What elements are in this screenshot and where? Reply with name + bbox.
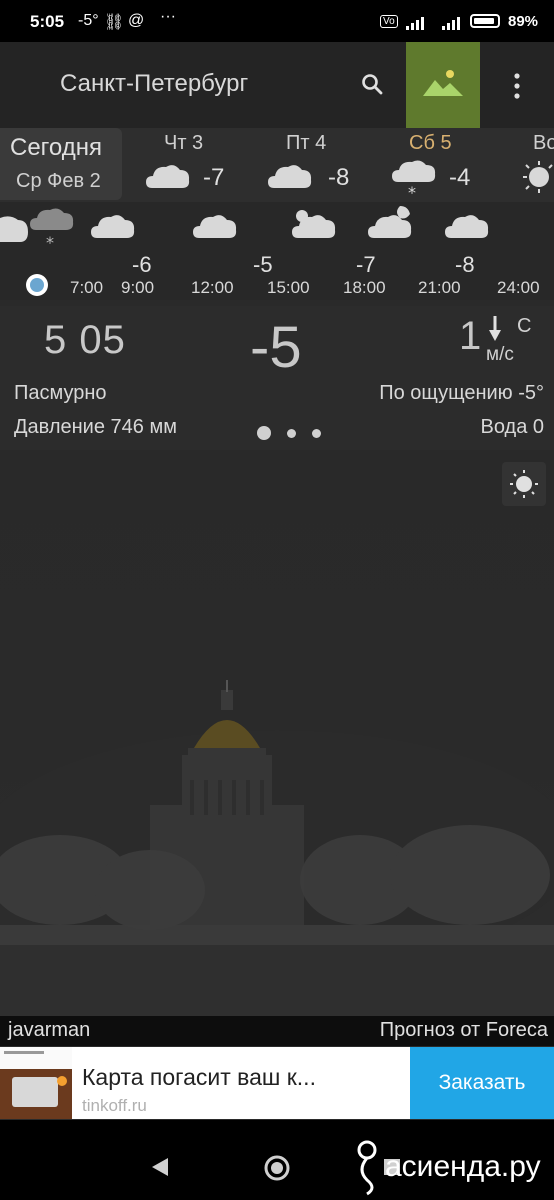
wind-direction: С — [517, 315, 532, 337]
snow-cloud-icon: * — [392, 160, 436, 200]
cloud-icon — [91, 215, 135, 238]
hourly-time: 12:00 — [191, 278, 234, 297]
signal-icon — [442, 15, 460, 30]
current-time: 5 05 — [44, 318, 126, 362]
cloud-icon — [193, 215, 237, 238]
day-label[interactable]: Во — [533, 132, 554, 155]
ad-url: tinkoff.ru — [82, 1096, 147, 1115]
day-temp: -8 — [328, 164, 350, 191]
cloud-icon — [268, 165, 312, 188]
hourly-time: 7:00 — [70, 278, 104, 297]
sun-icon — [523, 161, 553, 193]
wind-direction-arrow-icon — [489, 316, 501, 341]
wind-unit: м/с — [486, 344, 514, 365]
pressure: Давление 746 мм — [14, 416, 177, 438]
day-temp: -4 — [449, 164, 471, 191]
day-label[interactable]: Пт 4 — [286, 132, 326, 155]
cloud-icon — [445, 215, 489, 238]
brightness-button[interactable] — [502, 462, 546, 506]
hourly-time: 18:00 — [343, 278, 386, 297]
hourly-time: 24:00 — [497, 278, 540, 297]
back-icon[interactable] — [150, 1156, 170, 1178]
link-icon: ⛓ — [104, 14, 125, 31]
background-photo — [0, 450, 554, 1016]
condition-text: Пасмурно — [14, 382, 107, 404]
hourly-temp: -5 — [253, 252, 273, 277]
wind-speed: 1 — [459, 314, 482, 358]
forecast-source[interactable]: Прогноз от Foreca — [380, 1019, 548, 1042]
signal-4g-icon — [406, 15, 424, 30]
hourly-temp: -6 — [132, 252, 152, 277]
day-label[interactable]: Сб 5 — [409, 132, 452, 155]
background-photo-button[interactable] — [406, 42, 480, 128]
hourly-time: 21:00 — [418, 278, 461, 297]
cloud-icon — [0, 216, 28, 242]
ad-image — [0, 1047, 72, 1119]
more-notifications-icon: ··· — [160, 8, 176, 25]
page-indicator — [257, 426, 321, 440]
day-date: Ср Фев 2 — [16, 170, 101, 192]
photo-author[interactable]: javarman — [8, 1019, 90, 1042]
watermark-logo-icon — [357, 1140, 377, 1196]
landscape-icon — [423, 70, 463, 96]
at-icon: @ — [128, 12, 145, 29]
cathedral-image — [0, 680, 554, 1016]
day-label: Сегодня — [10, 134, 102, 161]
svg-text:*: * — [46, 233, 54, 250]
water-temp: Вода 0 — [480, 416, 545, 438]
battery-icon — [470, 14, 500, 28]
day-label[interactable]: Чт 3 — [164, 132, 203, 155]
battery-percent: 89% — [508, 13, 539, 30]
volte-icon: Vo — [380, 15, 398, 28]
snow-cloud-icon: * — [30, 208, 74, 250]
cloudy-night-icon — [368, 206, 412, 238]
current-temp: -5 — [250, 315, 302, 380]
status-bar: 5:05 -5° ⛓ @ ··· Vo 89% — [0, 0, 554, 42]
overflow-menu-icon[interactable] — [512, 72, 522, 100]
current-hour-marker — [26, 274, 48, 296]
brightness-icon — [510, 470, 538, 498]
hourly-time: 9:00 — [121, 278, 155, 297]
hourly-time: 15:00 — [267, 278, 310, 297]
partly-cloudy-icon — [292, 210, 336, 238]
ad-title: Карта погасит ваш к... — [82, 1064, 316, 1090]
day-today[interactable]: Сегодня Ср Фев 2 — [0, 128, 122, 200]
status-weather-temp: -5° — [78, 12, 99, 29]
search-icon[interactable] — [360, 72, 384, 96]
feels-like: По ощущению -5° — [379, 382, 544, 404]
hourly-temp: -7 — [356, 252, 376, 277]
cloud-icon — [146, 165, 190, 188]
hourly-temp: -8 — [455, 252, 475, 277]
watermark-text: асиенда.ру — [385, 1150, 541, 1183]
svg-text:*: * — [408, 183, 416, 200]
ad-order-button[interactable]: Заказать — [410, 1047, 554, 1119]
home-icon[interactable] — [263, 1154, 291, 1182]
city-title[interactable]: Санкт-Петербург — [60, 70, 248, 98]
day-temp: -7 — [203, 164, 225, 191]
status-time: 5:05 — [30, 12, 65, 31]
